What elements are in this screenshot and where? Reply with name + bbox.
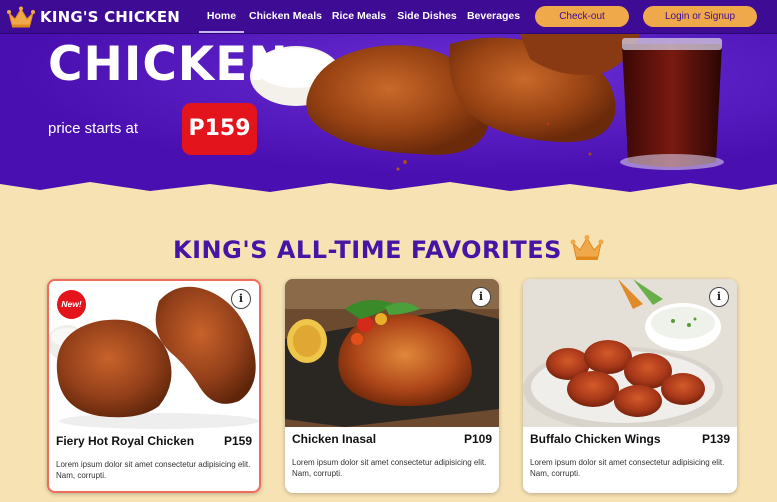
favorites-heading: KING'S ALL-TIME FAVORITES (0, 232, 777, 268)
product-name: Buffalo Chicken Wings (530, 432, 661, 446)
product-image (523, 279, 737, 427)
nav-rice-meals[interactable]: Rice Meals (330, 0, 388, 33)
crown-icon (570, 234, 604, 267)
product-price: P109 (463, 432, 492, 446)
product-description: Lorem ipsum dolor sit amet consectetur a… (292, 458, 487, 478)
hero-banner: CHICKEN price starts at P159 (0, 34, 777, 200)
brand-name: KING'S CHICKEN (40, 8, 181, 26)
product-description: Lorem ipsum dolor sit amet consectetur a… (530, 458, 725, 478)
favorites-title: KING'S ALL-TIME FAVORITES (173, 236, 562, 264)
product-image (285, 279, 499, 427)
nav-beverages[interactable]: Beverages (466, 0, 521, 33)
navbar: KING'S CHICKEN Home Chicken Meals Rice M… (0, 0, 777, 34)
product-price: P159 (223, 434, 252, 448)
product-price: P139 (701, 432, 730, 446)
hero-subtitle: price starts at (48, 120, 139, 137)
product-card-chicken-inasal[interactable]: i Chicken Inasal P109 Lorem ipsum dolor … (285, 279, 499, 493)
product-description: Lorem ipsum dolor sit amet consectetur a… (56, 460, 251, 480)
product-name: Fiery Hot Royal Chicken (56, 434, 195, 448)
info-icon[interactable]: i (471, 287, 491, 307)
product-name: Chicken Inasal (292, 432, 377, 446)
product-card-fiery-hot-royal-chicken[interactable]: New! i Fiery Hot Royal Chicken P159 Lore… (47, 279, 261, 493)
crown-icon (7, 6, 35, 28)
nav-home[interactable]: Home (199, 0, 244, 33)
new-badge: New! (57, 290, 86, 319)
checkout-button[interactable]: Check-out (535, 6, 629, 27)
hero-price-badge: P159 (182, 103, 257, 155)
nav-chicken-meals[interactable]: Chicken Meals (249, 0, 322, 33)
info-icon[interactable]: i (709, 287, 729, 307)
brand-logo[interactable]: KING'S CHICKEN (7, 5, 180, 29)
hero-title: CHICKEN (48, 37, 289, 92)
login-signup-button[interactable]: Login or Signup (643, 6, 757, 27)
info-icon[interactable]: i (231, 289, 251, 309)
nav-side-dishes[interactable]: Side Dishes (397, 0, 457, 33)
product-card-buffalo-chicken-wings[interactable]: i Buffalo Chicken Wings P139 Lorem ipsum… (523, 279, 737, 493)
